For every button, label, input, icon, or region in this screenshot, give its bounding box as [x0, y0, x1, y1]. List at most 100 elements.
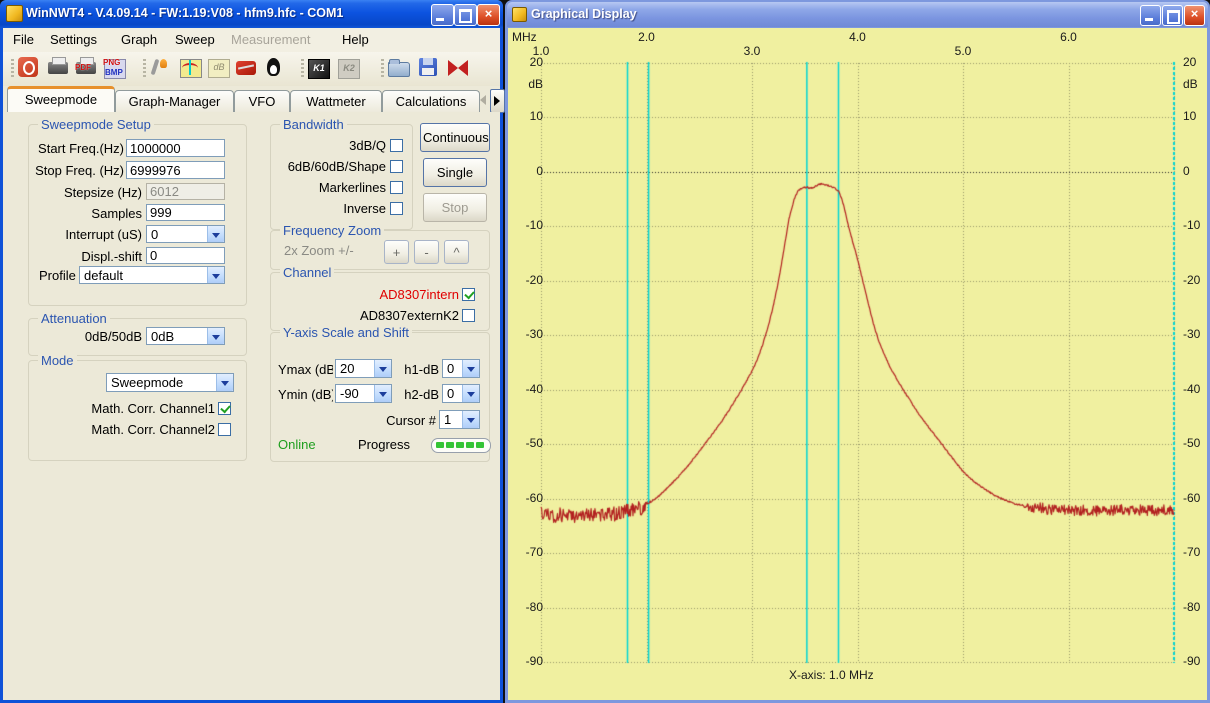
- tools-icon[interactable]: [148, 55, 174, 81]
- chevron-down-icon: [462, 385, 479, 402]
- plot-canvas[interactable]: [508, 28, 1207, 700]
- open-folder-icon[interactable]: [386, 55, 412, 81]
- window-title: WinNWT4 - V.4.09.14 - FW:1.19:V08 - hfm9…: [26, 6, 344, 20]
- tab-scroll-right-button[interactable]: [490, 89, 505, 113]
- bw-inverse-checkbox[interactable]: [390, 202, 403, 215]
- y-axis-tick-label-right: 0: [1183, 163, 1190, 178]
- toolbar-grip[interactable]: [143, 59, 146, 79]
- close-icon: ×: [484, 6, 493, 21]
- chevron-down-icon: [207, 267, 224, 283]
- app-icon: [6, 5, 23, 22]
- bandwidth-group: Bandwidth 3dB/Q 6dB/60dB/Shape Markerlin…: [270, 117, 413, 230]
- zoom-out-button[interactable]: -: [414, 240, 439, 264]
- db-display-icon[interactable]: dB: [206, 55, 232, 81]
- graph-window-title: Graphical Display: [531, 7, 637, 21]
- save-floppy-icon[interactable]: [416, 55, 442, 81]
- toolbar-grip[interactable]: [381, 59, 384, 79]
- bw-3db-checkbox[interactable]: [390, 139, 403, 152]
- zoom-in-button[interactable]: +: [384, 240, 409, 264]
- channel-k1-icon[interactable]: K1: [306, 55, 332, 81]
- math-corr-ch1-checkbox[interactable]: [218, 402, 231, 415]
- mode-select[interactable]: Sweepmode: [106, 373, 234, 392]
- bw-3db-label: 3dB/Q: [349, 138, 386, 153]
- math-corr-ch2-label: Math. Corr. Channel2: [91, 422, 215, 437]
- toolbar-grip[interactable]: [301, 59, 304, 79]
- sweepmode-panel: Sweepmode Setup Start Freq.(Hz) Stop Fre…: [3, 112, 500, 700]
- y-axis-tick-label-left: -30: [525, 327, 543, 342]
- channel-intern-checkbox[interactable]: [462, 288, 475, 301]
- export-image-icon[interactable]: PNG BMP: [102, 55, 128, 81]
- online-status: Online: [278, 437, 316, 452]
- maximize-button[interactable]: [454, 4, 477, 26]
- ymin-label: Ymin (dB): [278, 387, 333, 402]
- group-title: Sweepmode Setup: [38, 117, 154, 132]
- graph-close-button[interactable]: ×: [1184, 5, 1205, 26]
- attenuation-select[interactable]: 0dB: [146, 327, 225, 345]
- frequency-zoom-group: Frequency Zoom 2x Zoom +/- + - ^: [270, 223, 490, 270]
- y-axis-tick-label-right: -40: [1183, 381, 1201, 396]
- start-freq-label: Start Freq.(Hz): [38, 141, 124, 156]
- bw-6db-checkbox[interactable]: [390, 160, 403, 173]
- channel-extern-checkbox[interactable]: [462, 309, 475, 322]
- menu-settings[interactable]: Settings: [50, 32, 97, 47]
- close-button[interactable]: ×: [477, 4, 500, 26]
- tab-graph-manager[interactable]: Graph-Manager: [115, 90, 234, 113]
- displ-shift-label: Displ.-shift: [81, 249, 142, 264]
- tab-calculations[interactable]: Calculations: [382, 90, 480, 113]
- ymax-label: Ymax (dB): [278, 362, 333, 377]
- power-icon[interactable]: [16, 55, 42, 81]
- y-axis-tick-label-right: -20: [1183, 272, 1201, 287]
- close-icon: ×: [1190, 6, 1199, 21]
- graph-minimize-button[interactable]: [1140, 5, 1161, 26]
- delete-curves-icon[interactable]: [446, 55, 472, 81]
- tab-vfo[interactable]: VFO: [234, 90, 290, 113]
- start-freq-input[interactable]: [126, 139, 225, 157]
- y-axis-tick-label-left: 0: [536, 163, 543, 178]
- print-pdf-icon[interactable]: PDF: [74, 55, 100, 81]
- tab-bar: Sweepmode Graph-Manager VFO Wattmeter Ca…: [3, 86, 505, 114]
- desktop: WinNWT4 - V.4.09.14 - FW:1.19:V08 - hfm9…: [0, 0, 1210, 703]
- channel-extern-label: AD8307externK2: [359, 308, 459, 323]
- ymin-select[interactable]: -90: [335, 384, 392, 403]
- samples-input[interactable]: [146, 204, 225, 221]
- swiss-knife-icon[interactable]: [234, 55, 260, 81]
- math-corr-ch2-checkbox[interactable]: [218, 423, 231, 436]
- main-title-bar[interactable]: WinNWT4 - V.4.09.14 - FW:1.19:V08 - hfm9…: [0, 0, 503, 28]
- y-axis-tick-label-left: -10: [525, 218, 543, 233]
- y-axis-tick-label-right: -10: [1183, 218, 1201, 233]
- h2-db-select[interactable]: 0: [442, 384, 480, 403]
- minimize-button[interactable]: [431, 4, 454, 26]
- profile-select[interactable]: default: [79, 266, 225, 284]
- tab-wattmeter[interactable]: Wattmeter: [290, 90, 382, 113]
- y-axis-tick-label-left: 10: [529, 109, 543, 124]
- sweep-display-icon[interactable]: [178, 55, 204, 81]
- penguin-icon[interactable]: [262, 55, 288, 81]
- stop-freq-input[interactable]: [126, 161, 225, 179]
- interrupt-select[interactable]: 0: [146, 225, 225, 243]
- menu-graph[interactable]: Graph: [121, 32, 157, 47]
- single-button[interactable]: Single: [423, 158, 487, 187]
- minimize-icon: [1145, 18, 1153, 21]
- x-axis-tick-label: 3.0: [743, 44, 761, 58]
- ymax-select[interactable]: 20: [335, 359, 392, 378]
- zoom-reset-button[interactable]: ^: [444, 240, 469, 264]
- menu-file[interactable]: File: [13, 32, 34, 47]
- chevron-down-icon: [374, 360, 391, 377]
- h1-db-select[interactable]: 0: [442, 359, 480, 378]
- y-axis-tick-label-left: -40: [525, 381, 543, 396]
- sweepmode-setup-group: Sweepmode Setup Start Freq.(Hz) Stop Fre…: [28, 117, 247, 306]
- continuous-button[interactable]: Continuous: [420, 123, 490, 152]
- print-icon[interactable]: [46, 55, 72, 81]
- toolbar-grip[interactable]: [11, 59, 14, 79]
- graph-maximize-button[interactable]: [1162, 5, 1183, 26]
- y-axis-tick-label-right: 20: [1183, 55, 1197, 69]
- menu-help[interactable]: Help: [342, 32, 369, 47]
- main-window: WinNWT4 - V.4.09.14 - FW:1.19:V08 - hfm9…: [0, 0, 505, 703]
- menu-sweep[interactable]: Sweep: [175, 32, 215, 47]
- y-axis-unit-label-left: dB: [528, 77, 543, 91]
- displ-shift-input[interactable]: [146, 247, 225, 264]
- cursor-select[interactable]: 1: [439, 410, 480, 429]
- graph-title-bar[interactable]: Graphical Display ×: [507, 2, 1208, 27]
- tab-sweepmode[interactable]: Sweepmode: [7, 86, 115, 114]
- bw-markerlines-checkbox[interactable]: [390, 181, 403, 194]
